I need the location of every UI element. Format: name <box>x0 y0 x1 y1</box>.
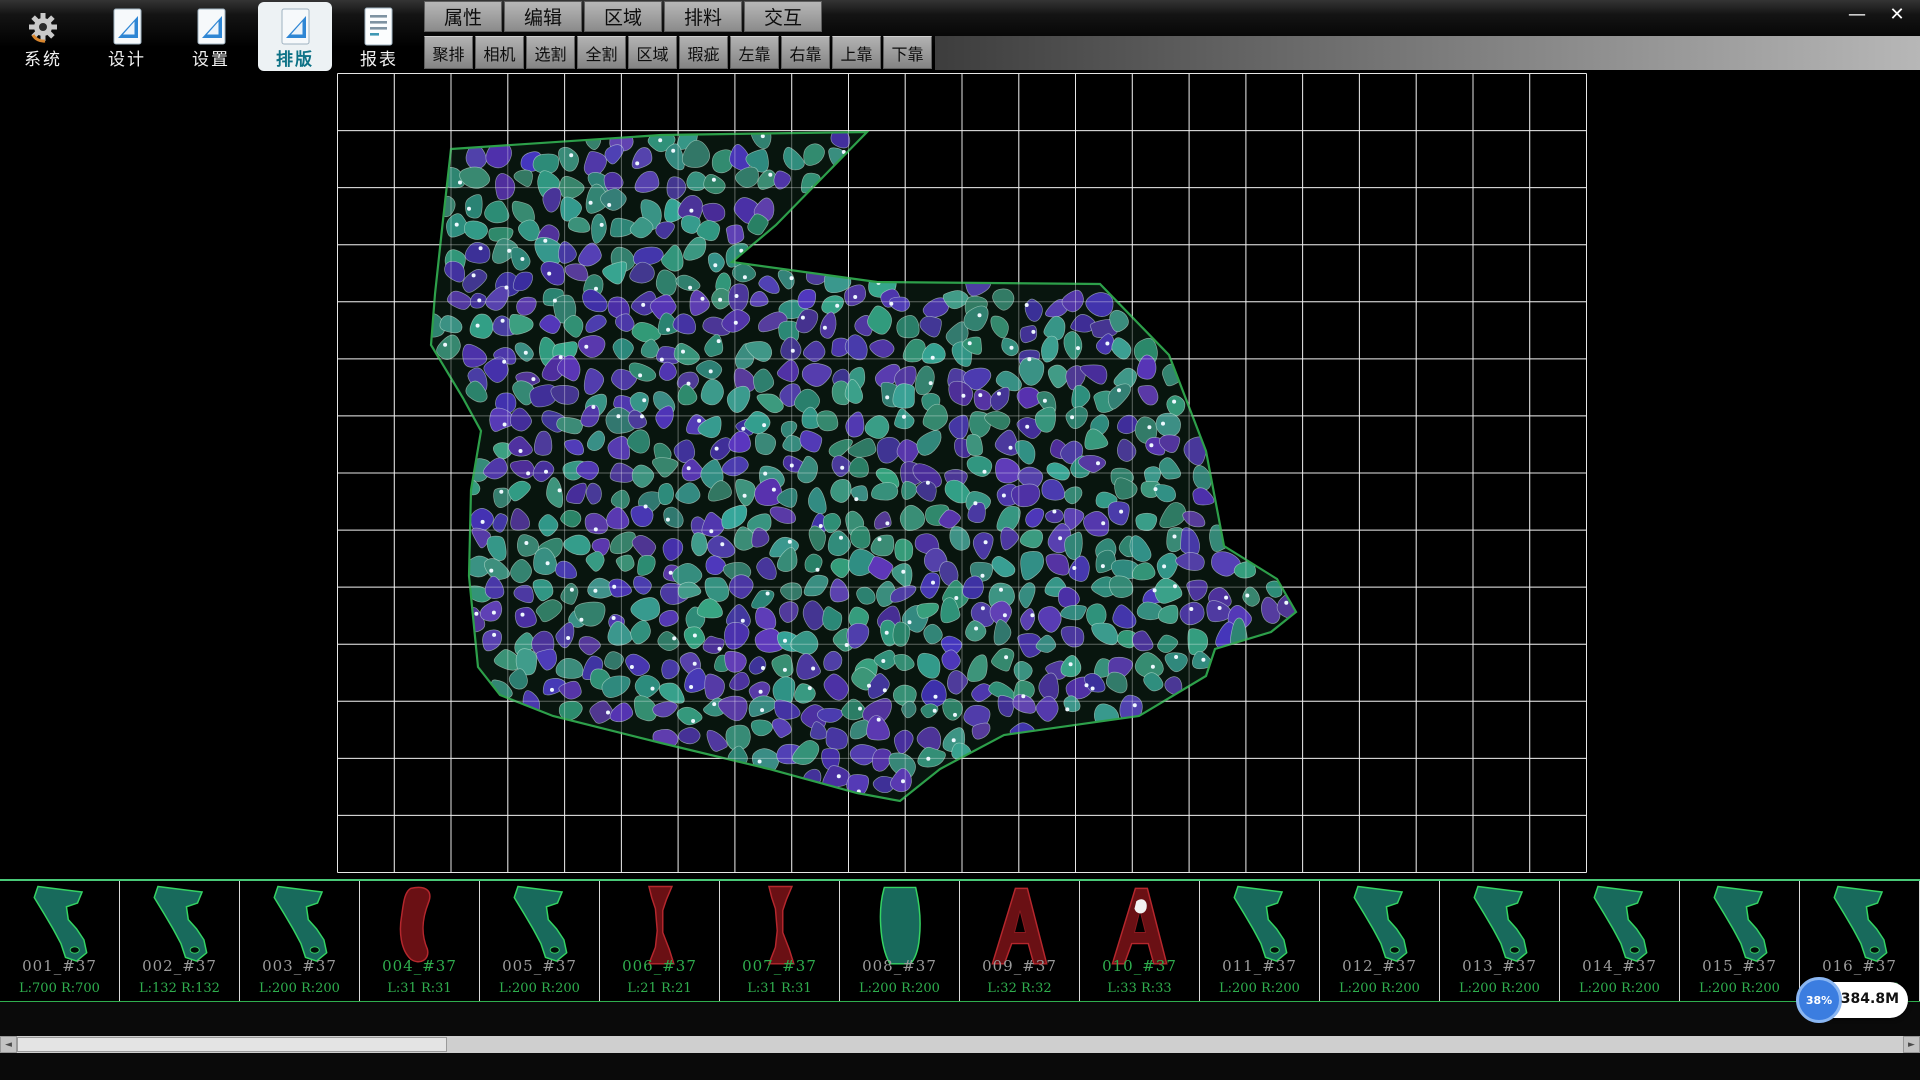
pattern-id: 012_#37 <box>1320 957 1439 975</box>
pattern-lr-count: L:200 R:200 <box>840 981 959 996</box>
pattern-id: 005_#37 <box>480 957 599 975</box>
progress-percent: 38% <box>1806 994 1832 1007</box>
pattern-id: 009_#37 <box>960 957 1079 975</box>
pattern-lr-count: L:200 R:200 <box>240 981 359 996</box>
pattern-lr-count: L:32 R:32 <box>960 981 1079 996</box>
pattern-thumbnail-010_#37[interactable]: 010_#37 L:33 R:33 <box>1080 881 1200 1001</box>
app-toolbar: 系统 设计 设置 排版 报表 <box>6 2 416 71</box>
tool-button-select-cut[interactable]: 选割 <box>526 36 575 69</box>
scroll-left-button[interactable]: ◄ <box>0 1036 17 1053</box>
triangle-ruler-icon <box>192 4 230 50</box>
tool-button-row: 聚排相机选割全割区域瑕疵左靠右靠上靠下靠 <box>424 36 932 69</box>
window-controls: — ✕ <box>1844 4 1910 26</box>
toolbar-item-label: 报表 <box>360 50 398 70</box>
pattern-thumbnail-014_#37[interactable]: 014_#37 L:200 R:200 <box>1560 881 1680 1001</box>
toolbar-item-settings[interactable]: 设置 <box>174 2 248 71</box>
pattern-id: 016_#37 <box>1800 957 1919 975</box>
nesting-canvas[interactable] <box>0 73 1920 879</box>
pattern-id: 014_#37 <box>1560 957 1679 975</box>
pattern-id: 013_#37 <box>1440 957 1559 975</box>
pattern-thumbnail-002_#37[interactable]: 002_#37 L:132 R:132 <box>120 881 240 1001</box>
pattern-thumbnail-007_#37[interactable]: 007_#37 L:31 R:31 <box>720 881 840 1001</box>
pattern-thumbnail-015_#37[interactable]: 015_#37 L:200 R:200 <box>1680 881 1800 1001</box>
tool-button-region[interactable]: 区域 <box>628 36 677 69</box>
pattern-id: 001_#37 <box>0 957 119 975</box>
pattern-lr-count: L:21 R:21 <box>600 981 719 996</box>
toolbar-spacer <box>935 36 1920 70</box>
tool-button-snap-right[interactable]: 右靠 <box>781 36 830 69</box>
pattern-lr-count: L:33 R:33 <box>1080 981 1199 996</box>
pattern-id: 010_#37 <box>1080 957 1199 975</box>
menu-tab-edit[interactable]: 编辑 <box>504 1 582 32</box>
tool-button-snap-left[interactable]: 左靠 <box>730 36 779 69</box>
toolbar-item-system[interactable]: 系统 <box>6 2 80 71</box>
pattern-thumbnail-005_#37[interactable]: 005_#37 L:200 R:200 <box>480 881 600 1001</box>
pattern-id: 011_#37 <box>1200 957 1319 975</box>
menu-tab-properties[interactable]: 属性 <box>424 1 502 32</box>
menu-tab-nest[interactable]: 排料 <box>664 1 742 32</box>
pattern-lr-count: L:200 R:200 <box>1200 981 1319 996</box>
toolbar-item-design[interactable]: 设计 <box>90 2 164 71</box>
pattern-lr-count: L:700 R:700 <box>0 981 119 996</box>
toolbar-item-report[interactable]: 报表 <box>342 2 416 71</box>
pattern-thumbnail-012_#37[interactable]: 012_#37 L:200 R:200 <box>1320 881 1440 1001</box>
pattern-thumbnail-008_#37[interactable]: 008_#37 L:200 R:200 <box>840 881 960 1001</box>
memory-value: 384.8M <box>1841 991 1899 1007</box>
toolbar-item-nesting[interactable]: 排版 <box>258 2 332 71</box>
pattern-id: 007_#37 <box>720 957 839 975</box>
toolbar-item-label: 设置 <box>192 50 230 70</box>
menu-tab-row: 属性编辑区域排料交互 <box>424 1 822 32</box>
progress-indicator: 38% <box>1796 977 1842 1023</box>
horizontal-scrollbar[interactable]: ◄ ► <box>0 1036 1920 1053</box>
menu-tab-region[interactable]: 区域 <box>584 1 662 32</box>
triangle-ruler-icon <box>108 4 146 50</box>
tool-button-cluster-nest[interactable]: 聚排 <box>424 36 473 69</box>
pattern-thumbnail-009_#37[interactable]: 009_#37 L:32 R:32 <box>960 881 1080 1001</box>
canvas-svg <box>0 73 1920 879</box>
tool-button-camera[interactable]: 相机 <box>475 36 524 69</box>
pattern-lr-count: L:31 R:31 <box>360 981 479 996</box>
pattern-id: 015_#37 <box>1680 957 1799 975</box>
pattern-thumbnail-013_#37[interactable]: 013_#37 L:200 R:200 <box>1440 881 1560 1001</box>
memory-status: 38% 384.8M <box>1812 982 1908 1018</box>
pattern-lr-count: L:200 R:200 <box>1320 981 1439 996</box>
pattern-id: 008_#37 <box>840 957 959 975</box>
toolbar-item-label: 系统 <box>24 50 62 70</box>
pattern-lr-count: L:200 R:200 <box>1440 981 1559 996</box>
pattern-thumbnail-001_#37[interactable]: 001_#37 L:700 R:700 <box>0 881 120 1001</box>
tool-button-snap-top[interactable]: 上靠 <box>832 36 881 69</box>
tool-button-cut-all[interactable]: 全割 <box>577 36 626 69</box>
report-document-icon <box>360 4 398 50</box>
scrollbar-thumb[interactable] <box>17 1037 447 1052</box>
scroll-right-button[interactable]: ► <box>1903 1036 1920 1053</box>
pattern-id: 004_#37 <box>360 957 479 975</box>
toolbar-item-label: 排版 <box>276 50 314 70</box>
pattern-thumbnail-003_#37[interactable]: 003_#37 L:200 R:200 <box>240 881 360 1001</box>
pattern-id: 002_#37 <box>120 957 239 975</box>
pattern-lr-count: L:200 R:200 <box>1680 981 1799 996</box>
triangle-ruler-icon <box>276 4 314 50</box>
pattern-lr-count: L:200 R:200 <box>480 981 599 996</box>
toolbar-item-label: 设计 <box>108 50 146 70</box>
minimize-button[interactable]: — <box>1844 4 1870 26</box>
pattern-strip: 001_#37 L:700 R:700002_#37 L:132 R:132003_… <box>0 879 1920 1002</box>
pattern-id: 003_#37 <box>240 957 359 975</box>
top-toolbar: 系统设计设置排版报表 属性编辑区域排料交互 聚排相机选割全割区域瑕疵左靠右靠上靠… <box>0 0 1920 73</box>
pattern-lr-count: L:200 R:200 <box>1560 981 1679 996</box>
close-button[interactable]: ✕ <box>1884 4 1910 26</box>
pattern-thumbnail-011_#37[interactable]: 011_#37 L:200 R:200 <box>1200 881 1320 1001</box>
pattern-id: 006_#37 <box>600 957 719 975</box>
pattern-thumbnail-004_#37[interactable]: 004_#37 L:31 R:31 <box>360 881 480 1001</box>
pattern-lr-count: L:132 R:132 <box>120 981 239 996</box>
pattern-lr-count: L:31 R:31 <box>720 981 839 996</box>
menu-tab-interactive[interactable]: 交互 <box>744 1 822 32</box>
gear-icon <box>23 4 63 50</box>
tool-button-defect[interactable]: 瑕疵 <box>679 36 728 69</box>
pattern-thumbnail-006_#37[interactable]: 006_#37 L:21 R:21 <box>600 881 720 1001</box>
tool-button-snap-bottom[interactable]: 下靠 <box>883 36 932 69</box>
